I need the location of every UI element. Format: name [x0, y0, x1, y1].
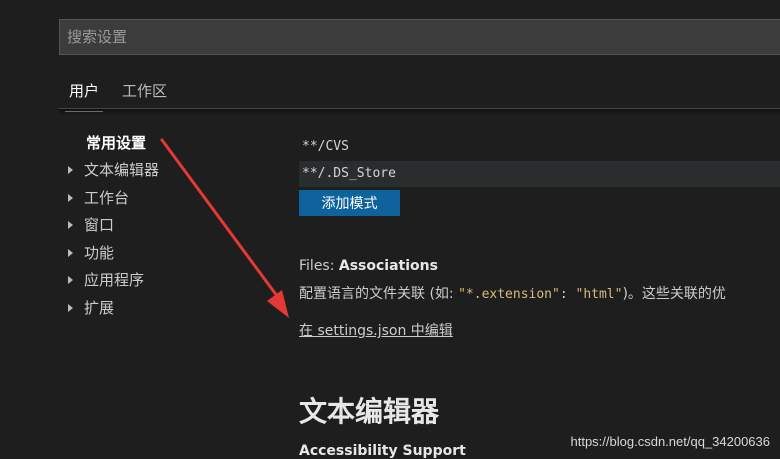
arrow-head: [267, 290, 289, 318]
watermark: https://blog.csdn.net/qq_34200636: [570, 434, 771, 449]
arrow-shaft: [160, 138, 282, 302]
annotation-arrow: [160, 138, 289, 318]
